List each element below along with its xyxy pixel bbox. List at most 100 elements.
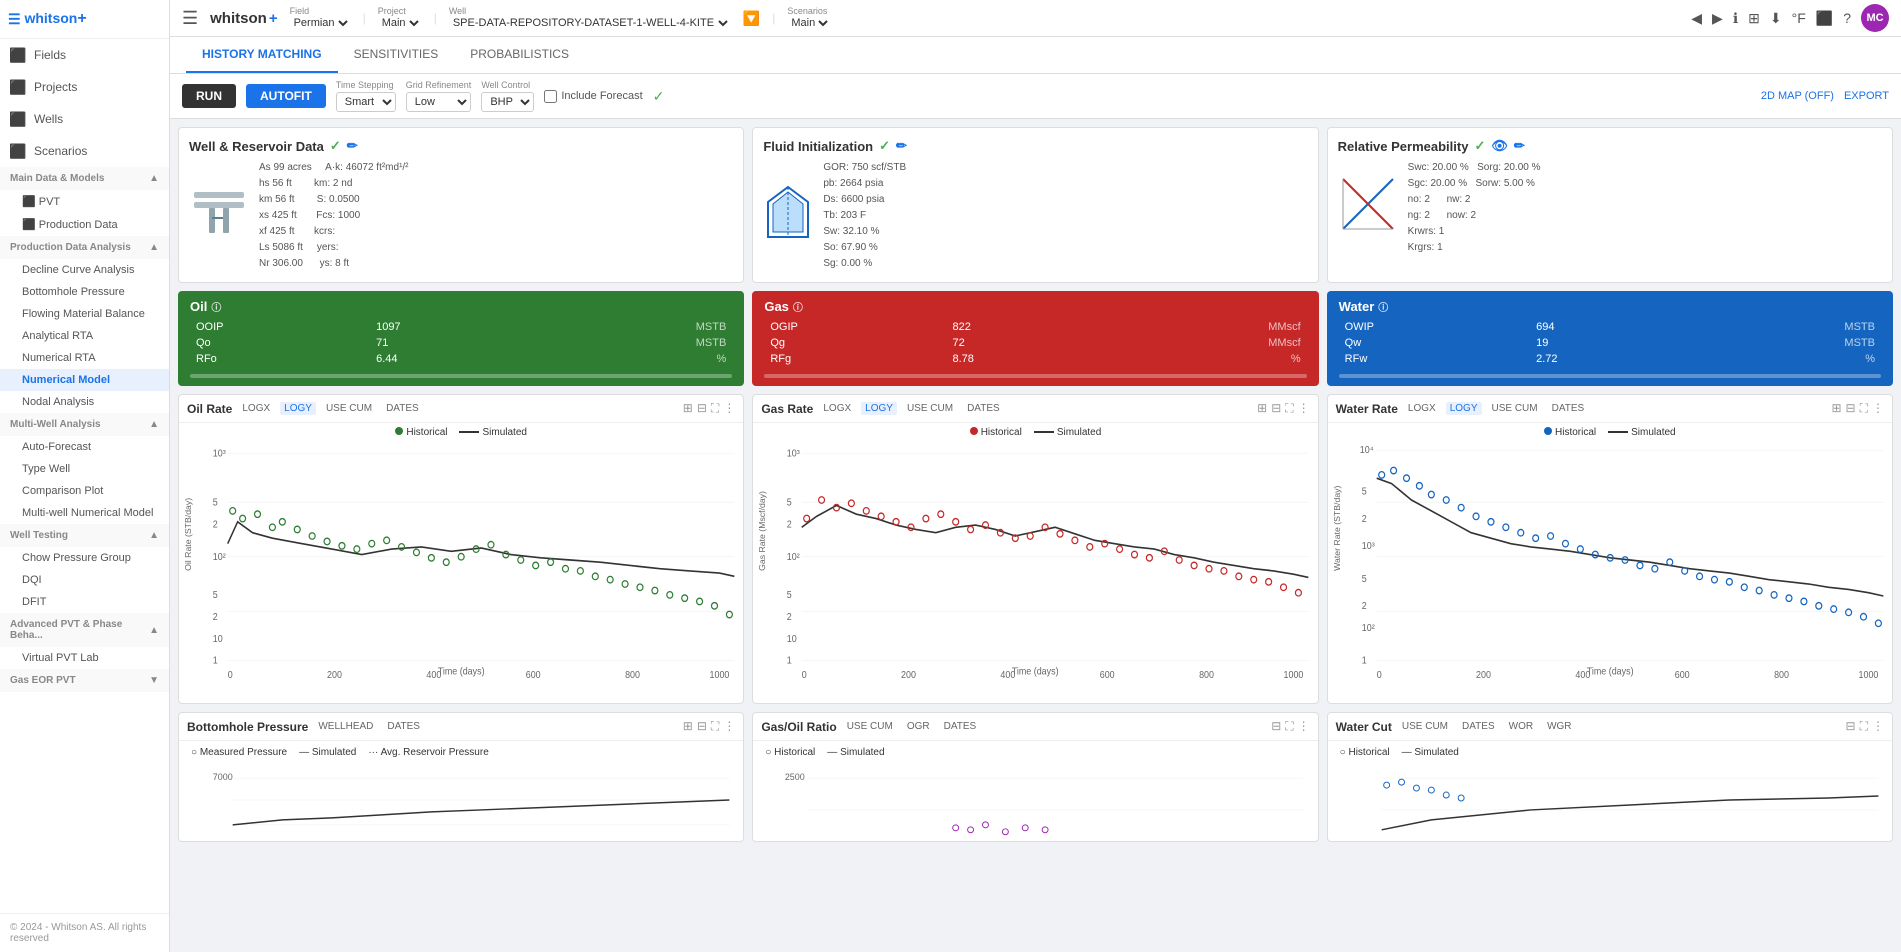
include-forecast-checkbox[interactable] (544, 90, 557, 103)
gor-menu-icon[interactable]: ⋮ (1298, 719, 1310, 734)
field-selector[interactable]: Field Permian (290, 6, 351, 30)
oil-rate-dates-btn[interactable]: DATES (382, 402, 423, 415)
gas-rate-logy-btn[interactable]: LOGY (861, 402, 897, 415)
sidebar-item-decline[interactable]: Decline Curve Analysis (0, 259, 169, 281)
wcut-table-icon[interactable]: ⊟ (1846, 719, 1856, 734)
scenarios-dropdown[interactable]: Main (787, 16, 831, 30)
bhp-fullscreen-icon[interactable]: ⛶ (711, 719, 719, 734)
water-rate-logx-btn[interactable]: LOGX (1404, 402, 1440, 415)
sidebar-item-production-data[interactable]: ⬛ Production Data (0, 213, 169, 236)
include-forecast-checkbox-label[interactable]: Include Forecast (544, 90, 642, 103)
gas-chart-menu-icon[interactable]: ⋮ (1298, 401, 1310, 416)
sidebar-item-multi-numerical[interactable]: Multi-well Numerical Model (0, 502, 169, 524)
gor-dates-btn[interactable]: DATES (940, 720, 981, 733)
autofit-button[interactable]: AUTOFIT (246, 84, 326, 108)
download-icon[interactable]: ⬇ (1770, 10, 1782, 27)
sidebar-item-numerical-model[interactable]: Numerical Model (0, 369, 169, 391)
help-icon[interactable]: ? (1843, 10, 1851, 26)
oil-chart-table-icon[interactable]: ⊟ (697, 401, 707, 416)
water-rate-logy-btn[interactable]: LOGY (1446, 402, 1482, 415)
sidebar-item-wells[interactable]: ⬛ Wells (0, 103, 169, 135)
oil-chart-fullscreen-icon[interactable]: ⛶ (711, 401, 719, 416)
wcut-fullscreen-icon[interactable]: ⛶ (1860, 719, 1868, 734)
section-collapse-icon5[interactable]: ▲ (149, 625, 159, 636)
rel-perm-edit-icon[interactable]: ✏ (1514, 138, 1525, 154)
sidebar-item-bottomhole[interactable]: Bottomhole Pressure (0, 281, 169, 303)
well-dropdown[interactable]: SPE-DATA-REPOSITORY-DATASET-1-WELL-4-KIT… (449, 16, 731, 30)
sidebar-item-nodal[interactable]: Nodal Analysis (0, 391, 169, 413)
sidebar-item-dqi[interactable]: DQI (0, 569, 169, 591)
oil-info-icon[interactable]: ⓘ (211, 299, 221, 314)
run-button[interactable]: RUN (182, 84, 236, 108)
share-icon[interactable]: ⬛ (1816, 10, 1833, 27)
oil-rate-logx-btn[interactable]: LOGX (238, 402, 274, 415)
bhp-expand-icon[interactable]: ⊞ (683, 719, 693, 734)
project-selector[interactable]: Project Main (378, 6, 422, 30)
gas-rate-usecum-btn[interactable]: USE CUM (903, 402, 957, 415)
gor-fullscreen-icon[interactable]: ⛶ (1285, 719, 1293, 734)
wcut-wor-btn[interactable]: WOR (1505, 720, 1537, 733)
field-dropdown[interactable]: Permian (290, 16, 351, 30)
gas-info-icon[interactable]: ⓘ (793, 299, 803, 314)
bhp-wellhead-btn[interactable]: WELLHEAD (314, 720, 377, 733)
water-rate-usecum-btn[interactable]: USE CUM (1488, 402, 1542, 415)
gas-chart-fullscreen-icon[interactable]: ⛶ (1285, 401, 1293, 416)
oil-rate-usecum-btn[interactable]: USE CUM (322, 402, 376, 415)
sidebar-item-analytical-rta[interactable]: Analytical RTA (0, 325, 169, 347)
map-toggle-button[interactable]: 2D MAP (OFF) (1761, 90, 1834, 102)
oil-rate-logy-btn[interactable]: LOGY (280, 402, 316, 415)
forward-icon[interactable]: ▶ (1712, 10, 1723, 27)
section-collapse-icon[interactable]: ▲ (149, 173, 159, 184)
bhp-menu-icon[interactable]: ⋮ (723, 719, 735, 734)
water-chart-fullscreen-icon[interactable]: ⛶ (1860, 401, 1868, 416)
tab-probabilistics[interactable]: PROBABILISTICS (454, 37, 585, 73)
water-info-icon[interactable]: ⓘ (1378, 299, 1388, 314)
bhp-dates-btn[interactable]: DATES (383, 720, 424, 733)
sidebar-item-virtual-pvt[interactable]: Virtual PVT Lab (0, 647, 169, 669)
gas-rate-dates-btn[interactable]: DATES (963, 402, 1004, 415)
wcut-menu-icon[interactable]: ⋮ (1872, 719, 1884, 734)
sidebar-item-flowing[interactable]: Flowing Material Balance (0, 303, 169, 325)
wcut-wgr-btn[interactable]: WGR (1543, 720, 1575, 733)
wcut-usecum-btn[interactable]: USE CUM (1398, 720, 1452, 733)
sidebar-item-fields[interactable]: ⬛ Fields (0, 39, 169, 71)
bhp-table-icon[interactable]: ⊟ (697, 719, 707, 734)
sidebar-item-numerical-rta[interactable]: Numerical RTA (0, 347, 169, 369)
project-dropdown[interactable]: Main (378, 16, 422, 30)
avatar[interactable]: MC (1861, 4, 1889, 32)
back-icon[interactable]: ◀ (1691, 10, 1702, 27)
section-collapse-icon2[interactable]: ▲ (149, 242, 159, 253)
water-chart-table-icon[interactable]: ⊟ (1846, 401, 1856, 416)
fluid-init-edit-icon[interactable]: ✏ (896, 138, 907, 154)
well-reservoir-edit-icon[interactable]: ✏ (347, 138, 358, 154)
gas-chart-table-icon[interactable]: ⊟ (1271, 401, 1281, 416)
sidebar-item-comparison[interactable]: Comparison Plot (0, 480, 169, 502)
section-collapse-icon3[interactable]: ▲ (149, 419, 159, 430)
export-button[interactable]: EXPORT (1844, 90, 1889, 102)
oil-chart-expand-icon[interactable]: ⊞ (683, 401, 693, 416)
grid-icon[interactable]: ⊞ (1748, 10, 1760, 27)
sidebar-item-pvt[interactable]: ⬛ PVT (0, 190, 169, 213)
sidebar-item-type-well[interactable]: Type Well (0, 458, 169, 480)
sidebar-item-scenarios[interactable]: ⬛ Scenarios (0, 135, 169, 167)
menu-icon[interactable]: ☰ (182, 8, 198, 29)
gor-table-icon[interactable]: ⊟ (1271, 719, 1281, 734)
tab-history-matching[interactable]: HISTORY MATCHING (186, 37, 338, 73)
section-collapse-icon6[interactable]: ▼ (149, 675, 159, 686)
sidebar-item-chow[interactable]: Chow Pressure Group (0, 547, 169, 569)
rel-perm-eye-icon[interactable]: 👁 (1491, 138, 1508, 154)
sidebar-item-projects[interactable]: ⬛ Projects (0, 71, 169, 103)
grid-refinement-select[interactable]: Low (406, 92, 472, 112)
info-icon[interactable]: ℹ (1733, 10, 1738, 27)
tab-sensitivities[interactable]: SENSITIVITIES (338, 37, 455, 73)
gor-ogr-btn[interactable]: OGR (903, 720, 934, 733)
time-stepping-select[interactable]: Smart (336, 92, 396, 112)
gor-usecum-btn[interactable]: USE CUM (843, 720, 897, 733)
water-chart-menu-icon[interactable]: ⋮ (1872, 401, 1884, 416)
gas-chart-expand-icon[interactable]: ⊞ (1257, 401, 1267, 416)
temp-icon[interactable]: °F (1792, 10, 1806, 26)
well-control-select[interactable]: BHP (481, 92, 534, 112)
section-collapse-icon4[interactable]: ▲ (149, 530, 159, 541)
filter-icon[interactable]: 🔽 (743, 10, 760, 27)
scenarios-selector[interactable]: Scenarios Main (787, 6, 831, 30)
